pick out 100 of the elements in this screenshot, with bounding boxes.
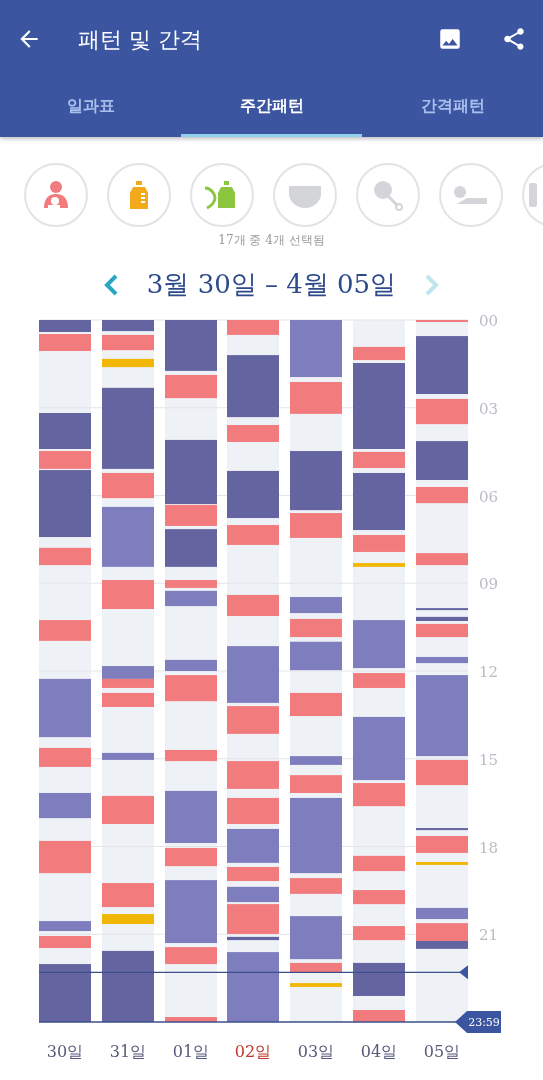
timeline-block xyxy=(353,473,405,530)
timeline-block xyxy=(102,580,154,609)
day-label: 31일 xyxy=(109,1042,147,1061)
timeline-block xyxy=(416,656,468,664)
timeline-block xyxy=(165,320,217,371)
timeline-block xyxy=(39,840,91,874)
image-button[interactable] xyxy=(437,26,463,52)
timeline-block xyxy=(290,513,342,538)
timeline-block xyxy=(227,425,279,442)
timeline-block xyxy=(290,878,342,894)
hour-label: 06 xyxy=(479,487,499,506)
timeline-block xyxy=(102,883,154,908)
timeline-block xyxy=(416,399,468,425)
timeline-block xyxy=(102,795,154,824)
timeline-block xyxy=(39,921,91,932)
selection-count: 17개 중 4개 선택됨 xyxy=(218,233,325,247)
item-icon xyxy=(529,183,539,207)
hour-label: 15 xyxy=(479,750,499,769)
timeline-block xyxy=(39,334,91,351)
timeline-block xyxy=(165,675,217,702)
timeline-block xyxy=(227,594,279,616)
timeline-block xyxy=(227,320,279,335)
timeline-block xyxy=(290,641,342,671)
timeline-block xyxy=(416,553,468,566)
timeline-block xyxy=(165,580,217,588)
timeline-block xyxy=(227,936,279,941)
timeline-block xyxy=(290,692,342,717)
timeline-block xyxy=(353,783,405,807)
timeline-block xyxy=(227,470,279,518)
timeline-block xyxy=(39,936,91,948)
timeline-block xyxy=(227,828,279,863)
timeline-block xyxy=(102,678,154,688)
timeline-block xyxy=(39,620,91,641)
timeline-block xyxy=(165,529,217,567)
timeline-block xyxy=(416,759,468,786)
day-label: 03일 xyxy=(297,1042,335,1061)
timeline-block xyxy=(39,964,91,1022)
timeline-block xyxy=(227,952,279,1022)
timeline-block xyxy=(290,962,342,973)
day-label: 01일 xyxy=(172,1042,210,1061)
timeline-block xyxy=(227,797,279,824)
timeline-block xyxy=(353,926,405,941)
timeline-block xyxy=(102,506,154,567)
timeline-block xyxy=(416,608,468,611)
timeline-block xyxy=(416,336,468,394)
timeline-block xyxy=(102,914,154,924)
day-label: 05일 xyxy=(423,1042,461,1061)
timeline-block xyxy=(227,646,279,703)
timeline-block xyxy=(353,890,405,905)
timeline-block xyxy=(165,880,217,944)
share-button[interactable] xyxy=(501,26,527,52)
timeline-block xyxy=(102,950,154,1022)
timeline-block xyxy=(290,320,342,378)
timeline-block xyxy=(353,563,405,567)
timeline-block xyxy=(102,752,154,760)
hour-label: 21 xyxy=(479,926,499,945)
timeline-block xyxy=(39,413,91,449)
timeline-block xyxy=(290,775,342,793)
timeline-block xyxy=(227,761,279,789)
hour-label: 03 xyxy=(479,399,499,418)
hour-label: 12 xyxy=(479,663,499,681)
timeline-block xyxy=(165,947,217,965)
timeline-block xyxy=(227,525,279,545)
timeline-block xyxy=(290,451,342,511)
timeline-block xyxy=(290,597,342,614)
timeline-block xyxy=(353,620,405,669)
timeline-block xyxy=(353,716,405,781)
timeline-block xyxy=(416,441,468,480)
timeline-block xyxy=(416,320,468,323)
hour-label: 18 xyxy=(479,838,499,857)
timeline-block xyxy=(416,862,468,865)
hour-label: 00 xyxy=(479,312,499,330)
tab[interactable]: 주간패턴 xyxy=(181,78,362,137)
timeline-block xyxy=(165,1017,217,1022)
next-week-button[interactable] xyxy=(424,272,441,297)
timeline-block xyxy=(39,792,91,819)
timeline-block xyxy=(102,666,154,679)
day-label: 30일 xyxy=(46,1042,84,1061)
timeline-block xyxy=(39,320,91,332)
tab[interactable]: 일과표 xyxy=(0,78,181,137)
tab[interactable]: 간격패턴 xyxy=(362,78,543,137)
timeline-block xyxy=(165,375,217,399)
hour-label: 09 xyxy=(479,575,499,594)
timeline-block xyxy=(165,790,217,843)
date-range: 3월 30일 – 4월 05일 xyxy=(146,268,397,301)
timeline-block xyxy=(227,355,279,418)
timeline-block xyxy=(416,487,468,504)
timeline-block xyxy=(227,706,279,734)
timeline-block xyxy=(416,828,468,831)
previous-week-button[interactable] xyxy=(102,272,119,297)
timeline-block xyxy=(290,983,342,987)
timeline-block xyxy=(39,678,91,738)
timeline-block xyxy=(353,1010,405,1022)
day-label: 02일 xyxy=(234,1042,272,1061)
timeline-block xyxy=(290,916,342,960)
screen-title: 패턴 및 간격 xyxy=(78,25,202,54)
timeline-block xyxy=(102,358,154,368)
timeline-block xyxy=(102,473,154,499)
timeline-block xyxy=(290,382,342,414)
timeline-block xyxy=(353,673,405,688)
